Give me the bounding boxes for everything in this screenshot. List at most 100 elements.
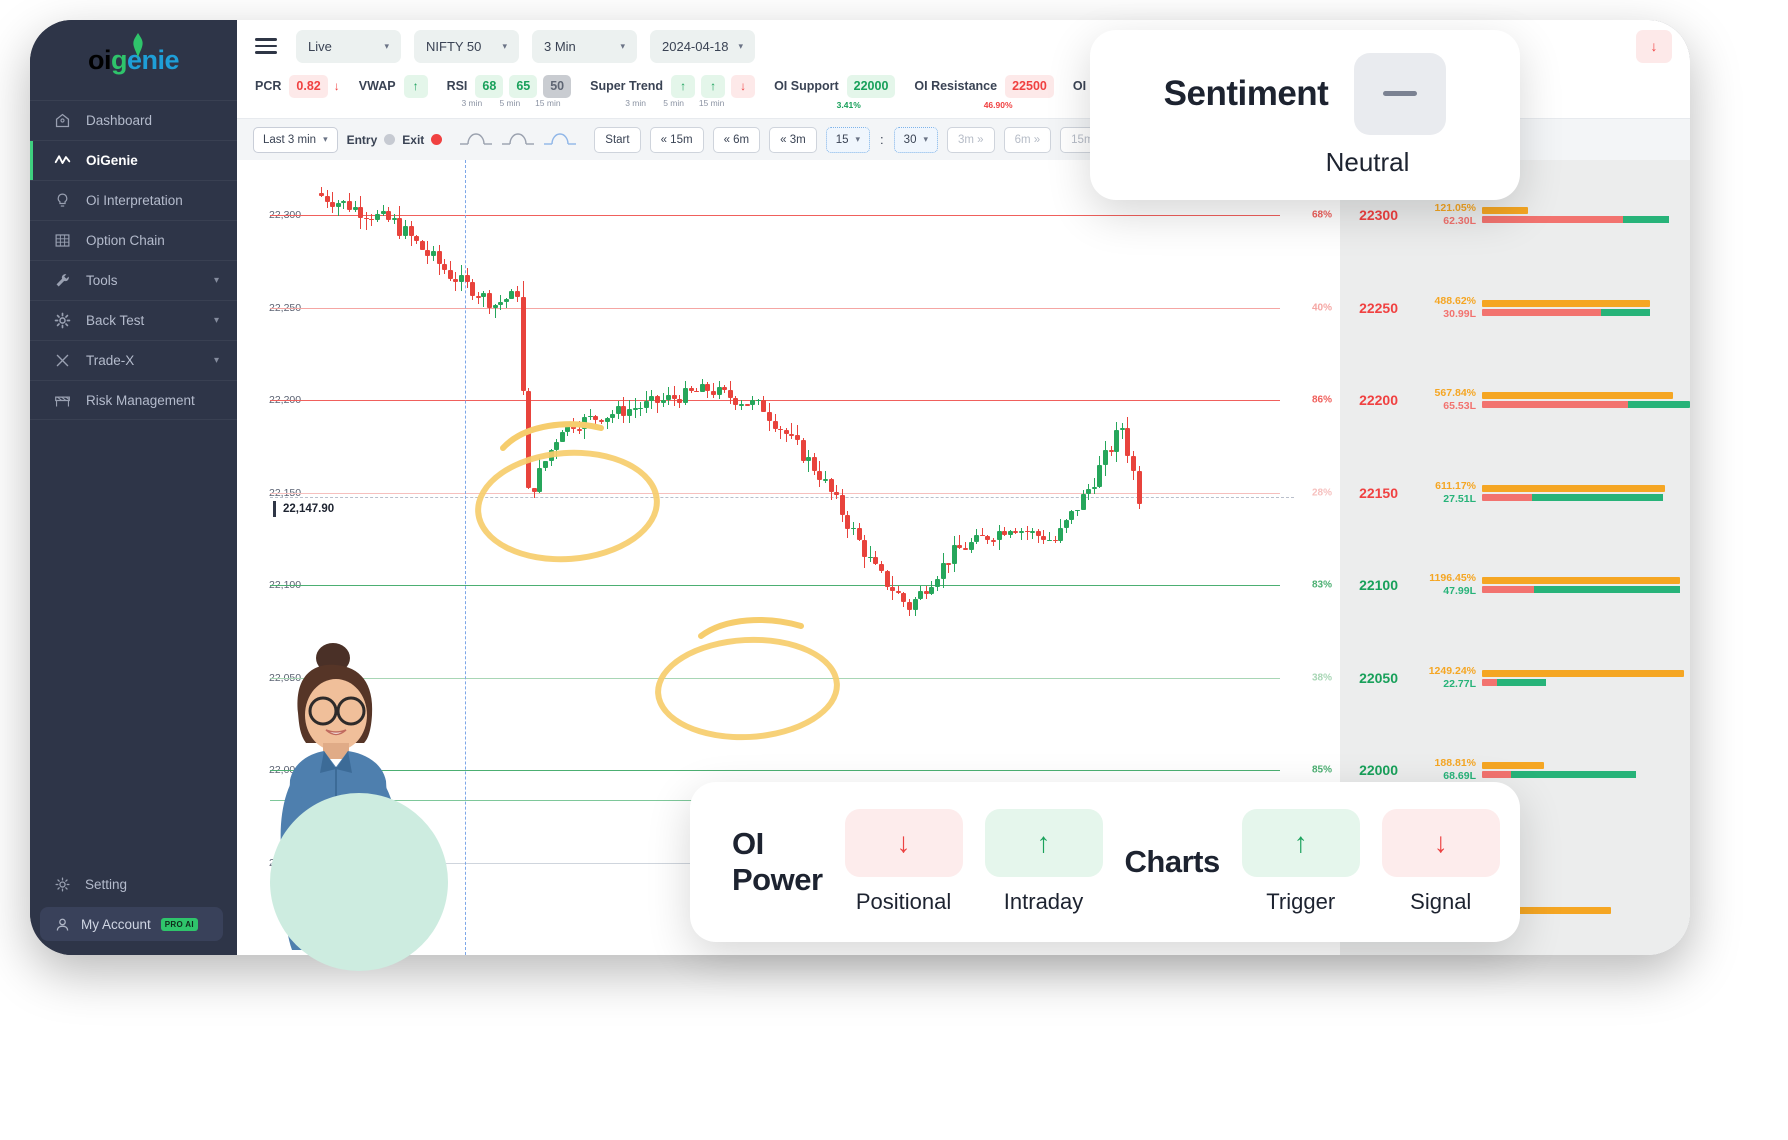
candlestick [1108, 446, 1114, 457]
forward-button-0[interactable]: 3m » [947, 126, 995, 153]
candlestick [862, 535, 868, 568]
oi-row[interactable]: 22100 1196.45% 47.99L [1340, 565, 1690, 605]
hour-select[interactable]: 15 ▾ [825, 126, 871, 153]
candlestick [923, 586, 929, 599]
knob-icon-1[interactable] [459, 132, 493, 148]
oi-strike: 22150 [1359, 484, 1398, 501]
power-item-intraday[interactable]: ↑ Intraday [984, 809, 1103, 915]
oi-lots: 27.51L [1443, 492, 1476, 505]
candlestick [789, 423, 795, 440]
candlestick [823, 470, 828, 484]
back-button-0[interactable]: « 15m [649, 126, 704, 153]
candlestick [1052, 535, 1058, 543]
candlestick [436, 245, 442, 276]
oi-bars [1482, 207, 1690, 224]
sidebar-item-my-account[interactable]: My Account PRO AI [40, 907, 223, 941]
indicator-chip[interactable]: 22000 [846, 74, 896, 98]
candlestick [380, 205, 386, 217]
candlestick [935, 575, 940, 592]
indicator-chip[interactable]: ↑ [701, 74, 726, 98]
oi-row[interactable]: 22150 611.17% 27.51L [1340, 473, 1690, 513]
candlestick [828, 477, 834, 501]
indicator-chip[interactable]: 65 [509, 74, 538, 98]
sidebar-item-oigenie[interactable]: OiGenie [30, 140, 237, 180]
candlestick [655, 395, 660, 413]
right-axis-pct: 85% [1311, 764, 1332, 776]
oi-bar-split [1482, 493, 1690, 501]
indicator-pcr: PCR 0.82 ↓ [255, 74, 340, 98]
chevron-down-icon: ▾ [923, 134, 928, 144]
range-select[interactable]: Last 3 min ▾ [253, 126, 338, 153]
candlestick [459, 265, 464, 291]
power-item-trigger[interactable]: ↑ Trigger [1241, 809, 1360, 915]
hamburger-icon[interactable] [255, 38, 277, 54]
indicator-chip[interactable]: ↑ [403, 74, 428, 98]
candlestick [470, 278, 476, 301]
knob-icon-3[interactable] [543, 132, 577, 148]
sentiment-card: Sentiment Neutral [1090, 30, 1520, 200]
candlestick [1058, 519, 1064, 544]
candlestick [845, 510, 851, 539]
start-button[interactable]: Start [594, 126, 641, 153]
symbol-select[interactable]: NIFTY 50 ▾ [414, 29, 519, 63]
oi-row[interactable]: 22200 567.84% 65.53L [1340, 380, 1690, 420]
indicator-chip[interactable]: 68 [475, 74, 504, 98]
oi-row[interactable]: 22250 488.62% 30.99L [1340, 288, 1690, 328]
sidebar-item-option-chain[interactable]: Option Chain [30, 220, 237, 260]
oi-values: 611.17% 27.51L [1410, 480, 1482, 506]
oi-bar-change [1482, 299, 1651, 307]
sidebar-item-setting[interactable]: Setting [30, 865, 237, 903]
candlestick [1024, 526, 1030, 541]
sidebar-item-oi-interpretation[interactable]: Oi Interpretation [30, 180, 237, 220]
sidebar-item-label: Risk Management [86, 392, 195, 408]
back-button-1[interactable]: « 6m [712, 126, 761, 153]
candlestick [907, 599, 912, 616]
current-price-tag: 22,147.90 [273, 500, 342, 517]
sidebar-item-trade-x[interactable]: Trade-X ▾ [30, 340, 237, 380]
power-item-positional[interactable]: ↓ Positional [844, 809, 963, 915]
oi-strike: 22250 [1359, 299, 1398, 316]
power-item-signal[interactable]: ↓ Signal [1381, 809, 1500, 915]
oi-pct: 121.05% [1434, 202, 1476, 215]
date-select[interactable]: 2024-04-18 ▾ [650, 29, 755, 63]
sidebar-item-back-test[interactable]: Back Test ▾ [30, 300, 237, 340]
candlestick [403, 220, 408, 239]
mode-select[interactable]: Live ▾ [296, 29, 401, 63]
indicator-chip[interactable]: ↑ [671, 74, 696, 98]
oi-bar-change [1482, 577, 1680, 585]
sidebar-item-risk-management[interactable]: Risk Management [30, 380, 237, 420]
chevron-down-icon: ▾ [213, 315, 219, 326]
oi-bar-split [1482, 308, 1690, 316]
candlestick [1091, 477, 1097, 495]
candlestick [683, 380, 688, 405]
candlestick [974, 528, 980, 544]
sidebar-item-label: OiGenie [86, 153, 138, 168]
forward-button-1[interactable]: 6m » [1003, 126, 1052, 153]
gear-icon [55, 876, 70, 892]
back-button-2[interactable]: « 3m [769, 126, 817, 153]
candlestick [957, 535, 963, 549]
sidebar-item-tools[interactable]: Tools ▾ [30, 260, 237, 300]
interval-select[interactable]: 3 Min ▾ [532, 29, 637, 63]
oi-strike: 22300 [1359, 207, 1398, 224]
down-arrow-button[interactable]: ↓ [1636, 29, 1672, 63]
indicator-chip[interactable]: 50 [543, 74, 572, 98]
oi-bar-change [1482, 669, 1684, 677]
oi-row[interactable]: 22050 1249.24% 22.77L [1340, 658, 1690, 698]
candlestick [643, 391, 649, 414]
candlestick [615, 400, 621, 419]
oi-strike: 22000 [1359, 762, 1398, 779]
exit-label: Exit [402, 132, 425, 147]
candlestick [985, 535, 991, 544]
sidebar-item-dashboard[interactable]: Dashboard [30, 100, 237, 140]
indicator-chip[interactable]: 22500 [1005, 74, 1054, 98]
knob-icon-2[interactable] [501, 132, 535, 148]
candlestick [979, 527, 985, 537]
minute-select[interactable]: 30 ▾ [893, 126, 938, 153]
app-logo[interactable]: oigenie [30, 20, 237, 82]
indicator-chip[interactable]: 0.82 [289, 74, 328, 98]
chevron-down-icon: ▾ [213, 355, 219, 366]
indicator-chip[interactable]: ↓ [731, 74, 756, 98]
oi-row[interactable]: 22300 121.05% 62.30L [1340, 195, 1690, 235]
level-line [270, 585, 1280, 587]
